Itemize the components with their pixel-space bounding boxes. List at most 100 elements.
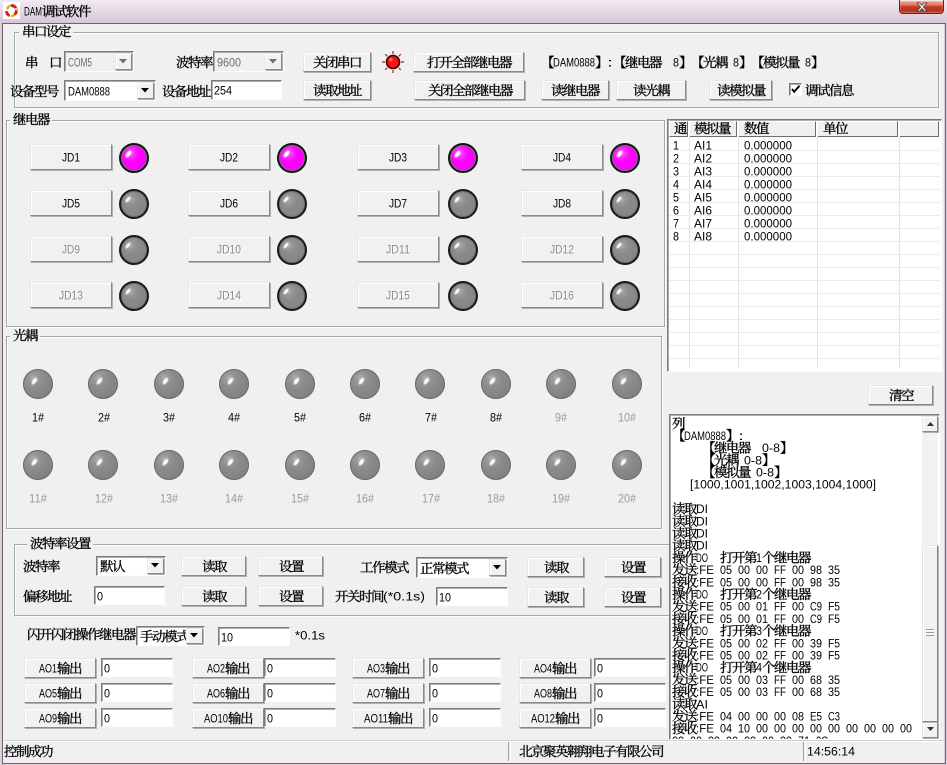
svg-text:00: 00 <box>762 736 774 739</box>
svg-text:AO10: AO10 <box>204 714 228 726</box>
svg-text:DO: DO <box>696 626 708 638</box>
svg-text::FE: :FE <box>696 712 714 724</box>
svg-text:00: 00 <box>738 602 750 614</box>
svg-text::FE: :FE <box>696 724 714 736</box>
svg-text:DI: DI <box>696 516 708 528</box>
svg-text:0-8: 0-8 <box>756 468 774 480</box>
svg-text:00: 00 <box>738 638 750 650</box>
svg-text:0: 0 <box>104 688 110 700</box>
svg-text:JD1: JD1 <box>62 153 80 165</box>
svg-text:16#: 16# <box>356 494 375 506</box>
svg-text:18#: 18# <box>487 494 506 506</box>
svg-text:98: 98 <box>810 577 822 589</box>
svg-text:F5: F5 <box>828 638 840 650</box>
svg-text:00: 00 <box>738 675 750 687</box>
svg-text:DI: DI <box>696 504 708 516</box>
svg-text:05: 05 <box>720 651 732 663</box>
svg-text:0: 0 <box>97 591 103 603</box>
svg-text:JD10: JD10 <box>217 245 241 257</box>
svg-text:0-8: 0-8 <box>744 455 762 467</box>
svg-text:4: 4 <box>756 663 763 675</box>
svg-text:08: 08 <box>792 712 804 724</box>
svg-text:0: 0 <box>267 713 273 725</box>
svg-text:AO6: AO6 <box>207 689 225 701</box>
svg-text:04: 04 <box>720 712 733 724</box>
svg-text:03: 03 <box>756 675 768 687</box>
svg-text:0: 0 <box>432 663 438 675</box>
svg-text:E5: E5 <box>810 712 822 724</box>
svg-text:5#: 5# <box>294 413 307 425</box>
svg-text:05: 05 <box>720 638 732 650</box>
svg-text:00: 00 <box>672 736 684 739</box>
svg-text:AO9: AO9 <box>39 714 57 726</box>
svg-text:05: 05 <box>720 687 732 699</box>
svg-text:JD9: JD9 <box>62 245 80 257</box>
svg-text:0: 0 <box>432 713 438 725</box>
svg-text:02: 02 <box>756 638 768 650</box>
svg-text:C3: C3 <box>828 712 840 724</box>
svg-text:00: 00 <box>864 724 876 736</box>
svg-text::FE: :FE <box>696 565 714 577</box>
svg-text:05: 05 <box>720 675 732 687</box>
svg-text:12#: 12# <box>95 494 114 506</box>
svg-text:JD4: JD4 <box>553 153 572 165</box>
svg-text:JD7: JD7 <box>389 199 407 211</box>
svg-text:00: 00 <box>780 736 792 739</box>
svg-text:00: 00 <box>792 687 804 699</box>
svg-text:11#: 11# <box>29 494 48 506</box>
svg-text:(*0.1s): (*0.1s) <box>383 592 425 604</box>
svg-text:00: 00 <box>756 577 768 589</box>
svg-text:AO8: AO8 <box>534 689 552 701</box>
svg-text:00: 00 <box>738 577 750 589</box>
svg-text:AO5: AO5 <box>39 689 57 701</box>
svg-text:COM5: COM5 <box>68 57 92 69</box>
svg-text:F5: F5 <box>828 602 840 614</box>
svg-text:00: 00 <box>774 712 786 724</box>
svg-text:DAM0888: DAM0888 <box>553 58 595 70</box>
svg-text:4#: 4# <box>228 413 241 425</box>
svg-text:DO: DO <box>696 590 708 602</box>
svg-text:DO: DO <box>696 663 708 675</box>
svg-text:254: 254 <box>214 86 233 98</box>
svg-text:35: 35 <box>828 675 840 687</box>
svg-text:JD16: JD16 <box>550 291 574 303</box>
svg-text:00: 00 <box>774 724 786 736</box>
svg-text:02: 02 <box>756 651 768 663</box>
svg-text:7#: 7# <box>425 413 438 425</box>
svg-text:JD14: JD14 <box>217 291 242 303</box>
svg-text:35: 35 <box>828 687 840 699</box>
svg-text:05: 05 <box>720 602 732 614</box>
svg-text::FE: :FE <box>696 577 714 589</box>
svg-text:*0.1s: *0.1s <box>295 631 325 643</box>
svg-text:00: 00 <box>738 614 750 626</box>
svg-text:68: 68 <box>810 687 822 699</box>
svg-text:00: 00 <box>792 577 804 589</box>
svg-text:DI: DI <box>696 541 708 553</box>
svg-text:2#: 2# <box>98 413 111 425</box>
svg-text:0: 0 <box>597 713 603 725</box>
svg-text:3#: 3# <box>163 413 176 425</box>
svg-text:JD15: JD15 <box>386 291 410 303</box>
svg-text:00: 00 <box>756 565 768 577</box>
svg-text:FF: FF <box>774 614 786 626</box>
svg-text:00: 00 <box>726 736 738 739</box>
svg-text:00: 00 <box>828 724 840 736</box>
svg-text:AO2: AO2 <box>207 664 225 676</box>
svg-text:0: 0 <box>432 688 438 700</box>
svg-text::FE: :FE <box>696 675 714 687</box>
svg-text:39: 39 <box>810 638 822 650</box>
svg-text:00: 00 <box>756 724 768 736</box>
svg-text:DAM: DAM <box>24 7 42 19</box>
svg-text:14:56:14: 14:56:14 <box>807 747 856 759</box>
svg-text:35: 35 <box>828 565 840 577</box>
svg-text:9#: 9# <box>555 413 568 425</box>
svg-text:00: 00 <box>792 638 804 650</box>
svg-text::: : <box>607 58 613 70</box>
svg-text:10#: 10# <box>618 413 637 425</box>
svg-text:JD6: JD6 <box>220 199 238 211</box>
svg-text:04: 04 <box>720 724 733 736</box>
svg-text:FF: FF <box>774 602 786 614</box>
svg-text:20#: 20# <box>618 494 637 506</box>
svg-text:00: 00 <box>792 724 804 736</box>
svg-text:2C: 2C <box>816 736 828 739</box>
